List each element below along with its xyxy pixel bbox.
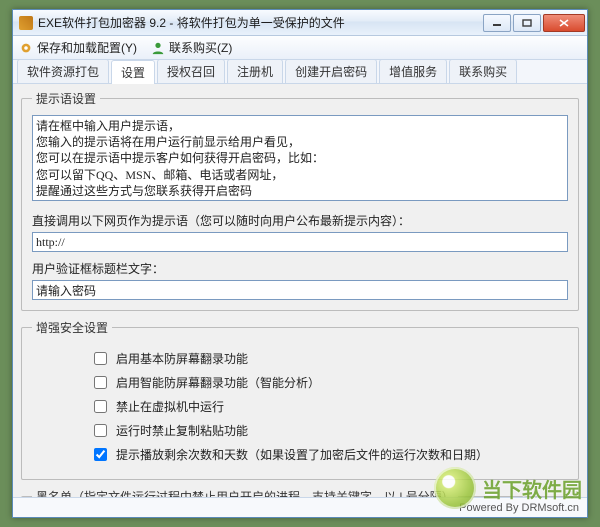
title-label: 用户验证框标题栏文字： (32, 260, 568, 277)
titlebar: EXE软件打包加密器 9.2 - 将软件打包为单一受保护的文件 (13, 10, 587, 36)
security-option-label: 提示播放剩余次数和天数（如果设置了加密后文件的运行次数和日期） (116, 446, 488, 463)
tab-strip: 软件资源打包设置授权召回注册机创建开启密码增值服务联系购买 (13, 60, 587, 84)
window-buttons (481, 14, 585, 32)
group-security: 增强安全设置 启用基本防屏幕翻录功能启用智能防屏幕翻录功能（智能分析） 禁止在虚拟… (21, 319, 579, 480)
security-option-label: 启用智能防屏幕翻录功能（智能分析） (116, 374, 320, 391)
toolbar-save-load-label: 保存和加载配置(Y) (37, 39, 137, 56)
title-input[interactable] (32, 280, 568, 300)
client-area: 提示语设置 直接调用以下网页作为提示语（您可以随时向用户公布最新提示内容）： 用… (13, 84, 587, 497)
security-option-4[interactable]: 提示播放剩余次数和天数（如果设置了加密后文件的运行次数和日期） (90, 445, 568, 464)
security-option-label: 运行时禁止复制粘贴功能 (116, 422, 248, 439)
security-option-1[interactable]: 启用智能防屏幕翻录功能（智能分析） (90, 373, 568, 392)
minimize-button[interactable] (483, 14, 511, 32)
tab-1[interactable]: 设置 (111, 60, 155, 84)
group-prompt-legend: 提示语设置 (32, 90, 100, 107)
user-icon (151, 41, 165, 55)
toolbar: 保存和加载配置(Y) 联系购买(Z) (13, 36, 587, 60)
group-prompt: 提示语设置 直接调用以下网页作为提示语（您可以随时向用户公布最新提示内容）： 用… (21, 90, 579, 311)
status-bar: Powered By DRMsoft.cn (13, 497, 587, 517)
window-title: EXE软件打包加密器 9.2 - 将软件打包为单一受保护的文件 (38, 14, 481, 31)
url-input[interactable] (32, 232, 568, 252)
security-option-2[interactable]: 禁止在虚拟机中运行 (90, 397, 568, 416)
tab-2[interactable]: 授权召回 (157, 59, 225, 83)
security-option-0[interactable]: 启用基本防屏幕翻录功能 (90, 349, 568, 368)
maximize-button[interactable] (513, 14, 541, 32)
tab-0[interactable]: 软件资源打包 (17, 59, 109, 83)
security-checkbox-3[interactable] (94, 424, 107, 437)
gear-icon (19, 41, 33, 55)
security-option-label: 禁止在虚拟机中运行 (116, 398, 224, 415)
toolbar-save-load[interactable]: 保存和加载配置(Y) (19, 39, 137, 56)
security-checkbox-0[interactable] (94, 352, 107, 365)
security-checkbox-1[interactable] (94, 376, 107, 389)
security-checkbox-2[interactable] (94, 400, 107, 413)
toolbar-contact[interactable]: 联系购买(Z) (151, 39, 232, 56)
tab-6[interactable]: 联系购买 (449, 59, 517, 83)
url-label: 直接调用以下网页作为提示语（您可以随时向用户公布最新提示内容）： (32, 212, 568, 229)
security-option-3[interactable]: 运行时禁止复制粘贴功能 (90, 421, 568, 440)
footer-text: Powered By DRMsoft.cn (459, 502, 579, 514)
tab-5[interactable]: 增值服务 (379, 59, 447, 83)
app-icon (19, 16, 33, 30)
security-option-label: 启用基本防屏幕翻录功能 (116, 350, 248, 367)
app-window: EXE软件打包加密器 9.2 - 将软件打包为单一受保护的文件 保存和加载配置(… (12, 9, 588, 518)
close-button[interactable] (543, 14, 585, 32)
group-blacklist-legend: 黑名单（指定文件运行过程中禁止用户开启的进程，支持关键字，以 | 号分隔） (32, 488, 458, 497)
group-blacklist: 黑名单（指定文件运行过程中禁止用户开启的进程，支持关键字，以 | 号分隔） (21, 488, 579, 497)
toolbar-contact-label: 联系购买(Z) (169, 39, 232, 56)
tab-3[interactable]: 注册机 (227, 59, 283, 83)
security-checkbox-4[interactable] (94, 448, 107, 461)
tab-4[interactable]: 创建开启密码 (285, 59, 377, 83)
prompt-textarea[interactable] (32, 115, 568, 201)
group-security-legend: 增强安全设置 (32, 319, 112, 336)
